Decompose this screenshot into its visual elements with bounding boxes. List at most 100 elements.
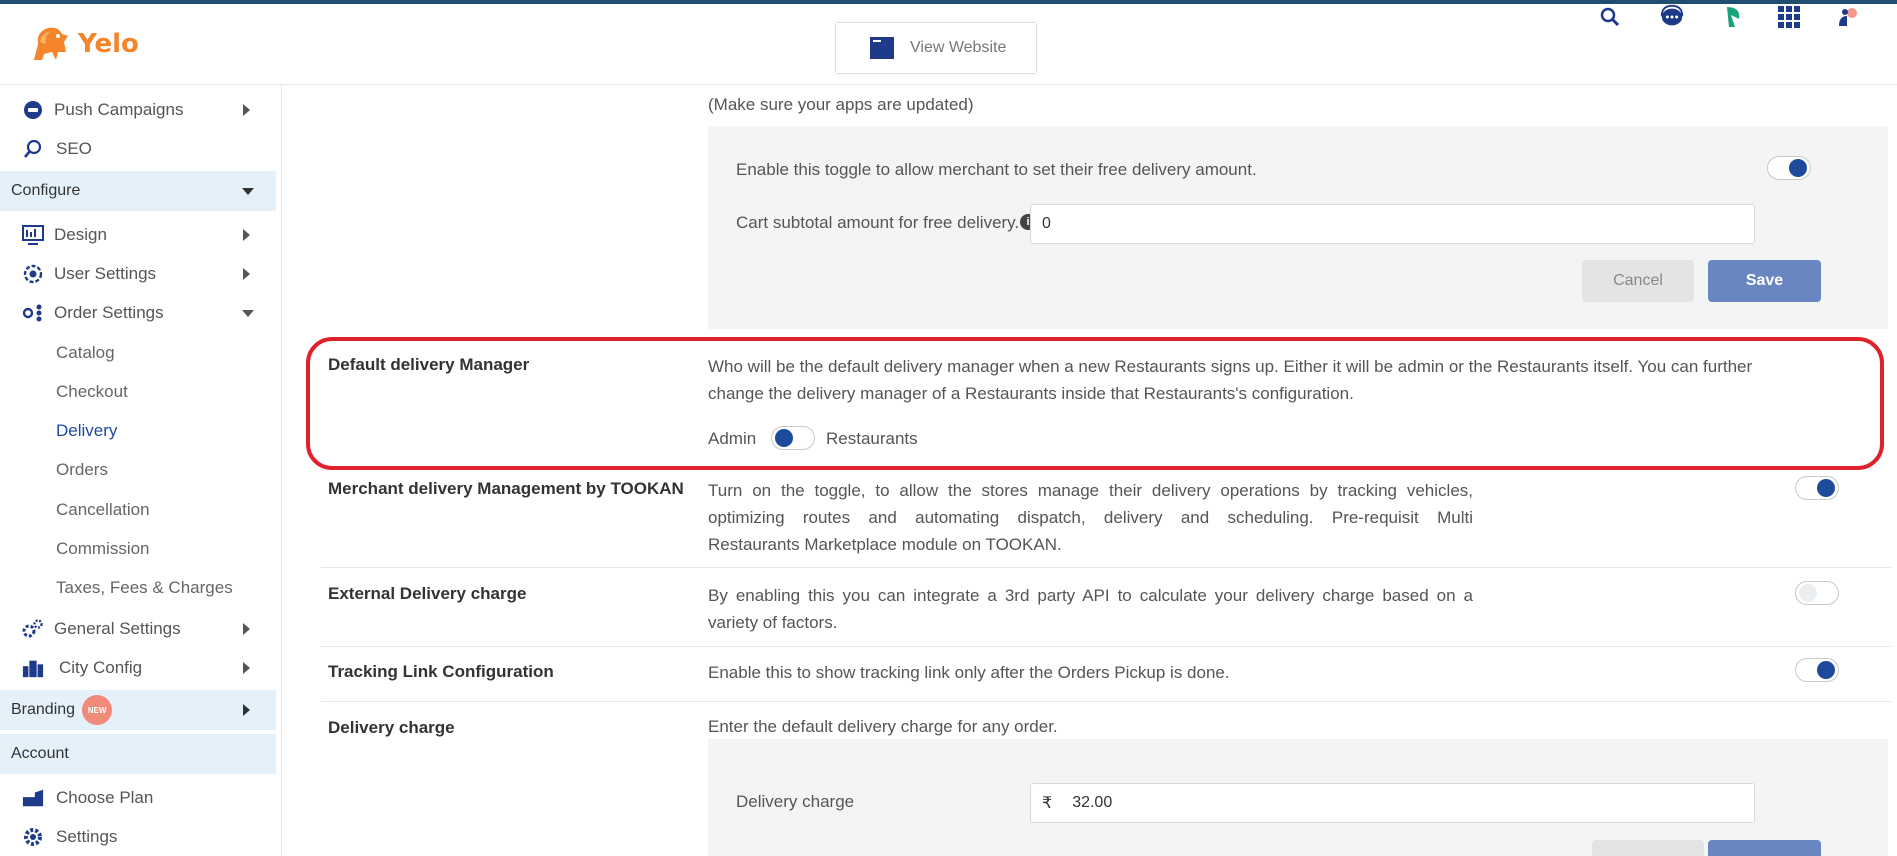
- toggle-knob: [1789, 159, 1807, 177]
- subtotal-value: 0: [1042, 215, 1051, 232]
- chevron-right-icon: [243, 104, 250, 116]
- chevron-down-icon: [242, 187, 254, 195]
- cancel-button-partial[interactable]: [1592, 840, 1704, 856]
- new-badge: NEW: [82, 695, 113, 725]
- profile-icon[interactable]: [1835, 4, 1861, 30]
- sidebar-item-label: Choose Plan: [56, 788, 154, 807]
- delivery-charge-panel: Delivery charge ₹ 32.00: [708, 739, 1888, 856]
- sidebar-item-design[interactable]: Design: [0, 217, 276, 253]
- section-label: Branding: [11, 701, 76, 718]
- sidebar-section-branding[interactable]: Branding NEW: [0, 690, 276, 730]
- sidebar: Push Campaigns SEO Configure Design User…: [0, 85, 282, 856]
- general-settings-icon: [22, 618, 44, 640]
- sidebar-item-settings[interactable]: Settings: [0, 819, 276, 855]
- merchant-tookan-label: Merchant delivery Management by TOOKAN: [328, 479, 684, 498]
- external-delivery-toggle[interactable]: [1795, 581, 1839, 605]
- sidebar-section-account[interactable]: Account: [0, 734, 276, 774]
- chevron-right-icon: [243, 268, 250, 280]
- delivery-charge-text: Enter the default delivery charge for an…: [708, 717, 1058, 736]
- push-campaign-icon: [22, 99, 44, 121]
- sidebar-item-label: SEO: [56, 139, 92, 158]
- chevron-right-icon: [243, 229, 250, 241]
- sidebar-item-label: Design: [54, 225, 107, 244]
- sidebar-item-choose-plan[interactable]: Choose Plan: [0, 780, 276, 816]
- view-website-label: View Website: [910, 39, 1007, 56]
- cancel-button[interactable]: Cancel: [1582, 260, 1694, 302]
- sidebar-item-user-settings[interactable]: User Settings: [0, 256, 276, 292]
- chevron-right-icon: [243, 704, 250, 716]
- sidebar-item-order-settings[interactable]: Order Settings: [0, 295, 276, 331]
- external-delivery-line1: By enabling this you can integrate a 3rd…: [708, 586, 1473, 605]
- chevron-down-icon: [242, 309, 254, 317]
- save-button[interactable]: Save: [1708, 260, 1821, 302]
- merchant-tookan-toggle[interactable]: [1795, 476, 1839, 500]
- free-delivery-panel: Enable this toggle to allow merchant to …: [708, 126, 1888, 329]
- merchant-tookan-line1: Turn on the toggle, to allow the stores …: [708, 481, 1473, 500]
- delivery-charge-field-label: Delivery charge: [736, 792, 855, 811]
- merchant-tookan-line2: optimizing routes and automating dispatc…: [708, 508, 1473, 527]
- sidebar-item-seo[interactable]: SEO: [0, 131, 276, 167]
- subtotal-input[interactable]: 0: [1030, 204, 1755, 244]
- toggle-knob: [1817, 661, 1835, 679]
- top-header: Yelo View Website: [0, 4, 1897, 85]
- view-website-button[interactable]: View Website: [835, 22, 1037, 74]
- apps-grid-icon[interactable]: [1776, 4, 1802, 30]
- sidebar-item-label: User Settings: [54, 264, 157, 283]
- user-settings-icon: [22, 263, 44, 285]
- external-delivery-line2: variety of factors.: [708, 613, 838, 632]
- brand-name: Yelo: [78, 29, 139, 59]
- leaf-icon[interactable]: [1720, 4, 1746, 30]
- toggle-knob: [1817, 479, 1835, 497]
- search-icon[interactable]: [1597, 4, 1623, 30]
- highlight-annotation-box: [306, 337, 1884, 470]
- save-button-partial[interactable]: [1708, 840, 1821, 856]
- section-label: Account: [11, 745, 69, 762]
- divider: [321, 701, 1891, 702]
- browser-window-icon: [870, 37, 894, 59]
- city-config-icon: [22, 657, 44, 679]
- sidebar-item-general-settings[interactable]: General Settings: [0, 611, 276, 647]
- free-delivery-toggle[interactable]: [1767, 156, 1811, 180]
- delivery-charge-label: Delivery charge: [328, 718, 455, 737]
- lion-logo-icon: [34, 27, 68, 61]
- tracking-link-text: Enable this to show tracking link only a…: [708, 663, 1230, 682]
- sidebar-item-label: City Config: [59, 658, 143, 677]
- currency-symbol: ₹: [1042, 795, 1053, 812]
- sidebar-sub-delivery[interactable]: Delivery: [56, 421, 117, 441]
- sidebar-item-city-config[interactable]: City Config: [0, 650, 276, 686]
- sidebar-item-label: General Settings: [54, 619, 181, 638]
- external-delivery-label: External Delivery charge: [328, 584, 527, 603]
- sidebar-item-label: Push Campaigns: [54, 100, 184, 119]
- apps-note: (Make sure your apps are updated): [708, 95, 974, 114]
- sidebar-sub-catalog[interactable]: Catalog: [56, 343, 115, 363]
- tracking-link-label: Tracking Link Configuration: [328, 662, 554, 681]
- sidebar-section-configure[interactable]: Configure: [0, 171, 276, 211]
- seo-search-icon: [22, 138, 44, 160]
- divider: [321, 646, 1891, 647]
- sidebar-sub-orders[interactable]: Orders: [56, 460, 108, 480]
- merchant-tookan-line3: Restaurants Marketplace module on TOOKAN…: [708, 535, 1062, 554]
- sidebar-item-label: Settings: [56, 827, 118, 846]
- divider: [321, 567, 1891, 568]
- support-chat-icon[interactable]: [1659, 4, 1685, 30]
- sidebar-item-push-campaigns[interactable]: Push Campaigns: [0, 92, 276, 128]
- sidebar-sub-taxes-fees-charges[interactable]: Taxes, Fees & Charges: [56, 578, 233, 598]
- sidebar-sub-cancellation[interactable]: Cancellation: [56, 500, 150, 520]
- toggle-knob: [1799, 584, 1817, 602]
- sidebar-item-label: Order Settings: [54, 303, 164, 322]
- subtotal-label: Cart subtotal amount for free delivery.: [736, 213, 1020, 232]
- order-settings-icon: [22, 302, 44, 324]
- free-delivery-toggle-text: Enable this toggle to allow merchant to …: [736, 160, 1257, 179]
- section-label: Configure: [11, 182, 81, 199]
- tracking-link-toggle[interactable]: [1795, 658, 1839, 682]
- sidebar-sub-checkout[interactable]: Checkout: [56, 382, 128, 402]
- delivery-charge-input[interactable]: ₹ 32.00: [1030, 783, 1755, 823]
- chevron-right-icon: [243, 662, 250, 674]
- sidebar-sub-commission[interactable]: Commission: [56, 539, 150, 559]
- settings-gear-icon: [22, 826, 44, 848]
- chevron-right-icon: [243, 623, 250, 635]
- design-icon: [22, 224, 44, 246]
- brand-logo[interactable]: Yelo: [28, 22, 139, 66]
- choose-plan-icon: [22, 787, 44, 809]
- delivery-charge-value: 32.00: [1072, 794, 1113, 811]
